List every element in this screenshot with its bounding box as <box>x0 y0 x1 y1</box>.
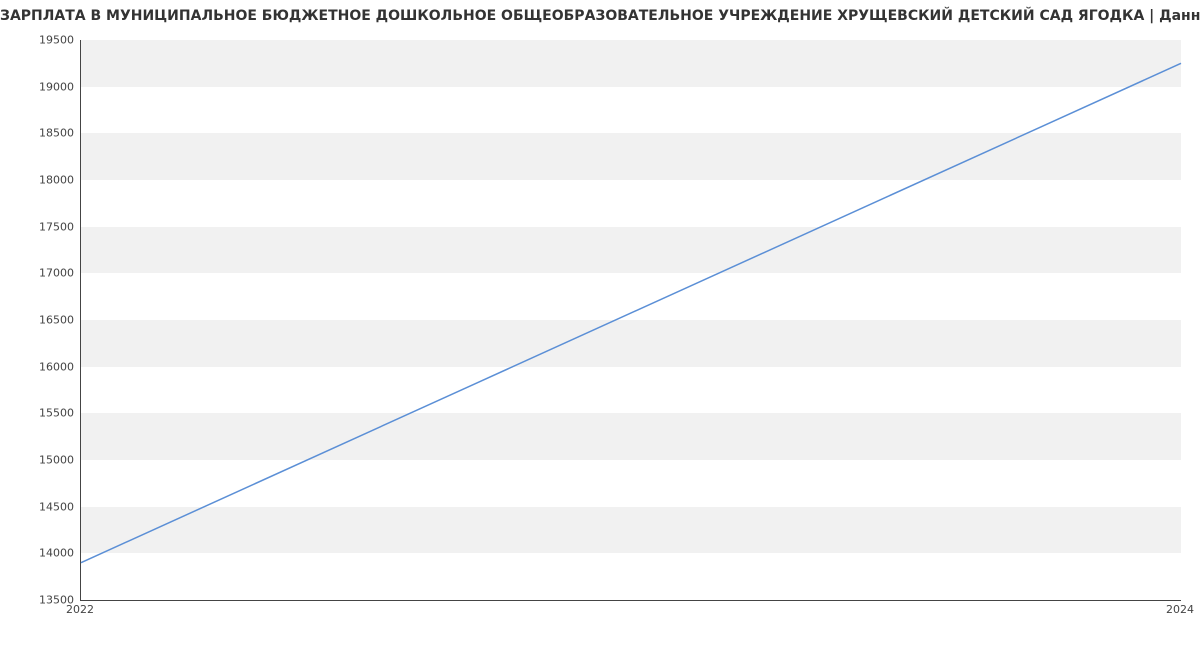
chart-title: ЗАРПЛАТА В МУНИЦИПАЛЬНОЕ БЮДЖЕТНОЕ ДОШКО… <box>0 8 1200 24</box>
y-tick-label: 16500 <box>14 314 74 327</box>
y-tick-label: 14000 <box>14 547 74 560</box>
line-layer <box>81 40 1181 600</box>
chart-container: ЗАРПЛАТА В МУНИЦИПАЛЬНОЕ БЮДЖЕТНОЕ ДОШКО… <box>0 0 1200 650</box>
y-tick-label: 14500 <box>14 500 74 513</box>
y-tick-label: 18000 <box>14 174 74 187</box>
y-tick-label: 15500 <box>14 407 74 420</box>
x-tick-label: 2024 <box>1166 603 1194 616</box>
y-tick-label: 19500 <box>14 34 74 47</box>
y-tick-label: 13500 <box>14 594 74 607</box>
y-tick-label: 17000 <box>14 267 74 280</box>
plot-area <box>80 40 1181 601</box>
y-tick-label: 16000 <box>14 360 74 373</box>
y-tick-label: 17500 <box>14 220 74 233</box>
series-line <box>81 63 1181 562</box>
y-tick-label: 15000 <box>14 454 74 467</box>
y-tick-label: 18500 <box>14 127 74 140</box>
x-tick-label: 2022 <box>66 603 94 616</box>
y-tick-label: 19000 <box>14 80 74 93</box>
